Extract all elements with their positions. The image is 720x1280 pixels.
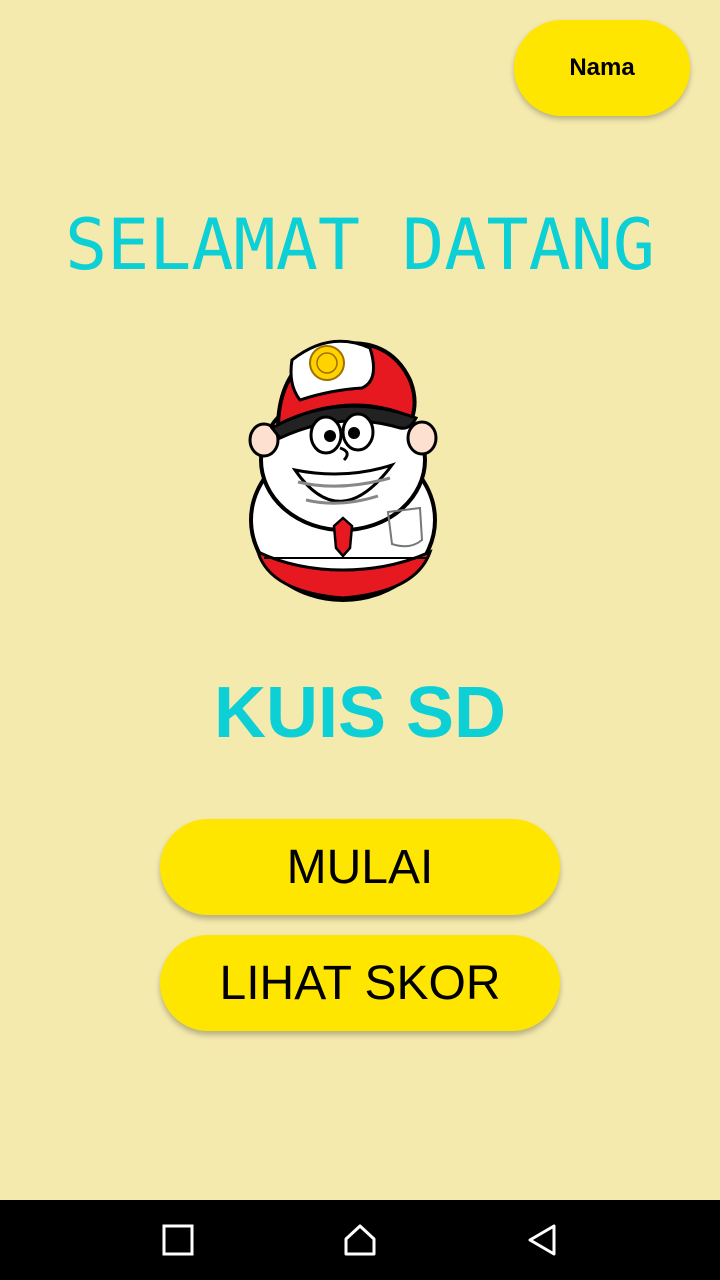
name-button[interactable]: Nama bbox=[514, 20, 690, 116]
app-title: KUIS SD bbox=[213, 673, 507, 753]
student-mascot-icon bbox=[248, 339, 438, 602]
app-screen: Nama SELAMAT DATANG KUIS SD MULAI LIHAT … bbox=[0, 0, 720, 1200]
back-triangle-icon[interactable] bbox=[518, 1216, 566, 1264]
navigation-bar bbox=[0, 1200, 720, 1280]
welcome-title: SELAMAT DATANG bbox=[64, 204, 655, 286]
start-button[interactable]: MULAI bbox=[160, 819, 560, 915]
recents-square-icon[interactable] bbox=[154, 1216, 202, 1264]
view-score-button[interactable]: LIHAT SKOR bbox=[160, 935, 560, 1031]
home-icon[interactable] bbox=[336, 1216, 384, 1264]
